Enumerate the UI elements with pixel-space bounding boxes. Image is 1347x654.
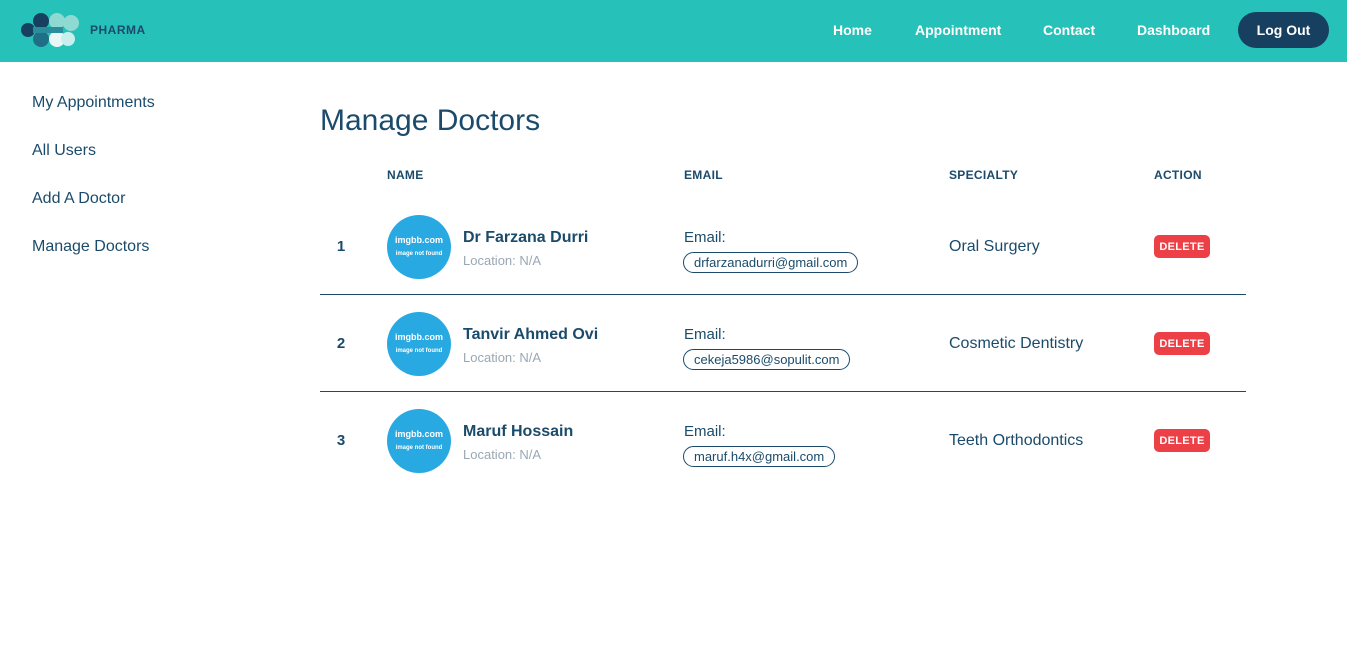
doctor-location: Location: N/A	[463, 350, 542, 365]
doctor-specialty: Teeth Orthodontics	[949, 432, 1084, 449]
doctor-specialty: Oral Surgery	[949, 238, 1040, 255]
email-label: Email:	[684, 423, 726, 440]
column-header-action: ACTION	[1154, 168, 1202, 182]
page-title: Manage Doctors	[320, 104, 541, 137]
avatar: imgbb.com image not found	[387, 409, 451, 473]
avatar-placeholder-subtext: image not found	[395, 348, 443, 354]
doctor-name: Maruf Hossain	[463, 423, 574, 440]
column-header-specialty: SPECIALTY	[949, 168, 1019, 182]
pharma-molecule-logo-icon	[21, 13, 79, 47]
sidebar-item-my-appointments[interactable]: My Appointments	[32, 94, 155, 112]
row-number: 1	[336, 238, 346, 255]
doctor-name: Tanvir Ahmed Ovi	[463, 326, 599, 343]
delete-button[interactable]: DELETE	[1154, 332, 1210, 355]
avatar-placeholder-text: imgbb.com	[394, 429, 443, 439]
table-row: 3 imgbb.com image not found Maruf Hossai…	[320, 392, 1246, 489]
doctor-specialty: Cosmetic Dentistry	[949, 335, 1084, 352]
nav-dashboard-link[interactable]: Dashboard	[1137, 22, 1210, 38]
brand-logo[interactable]: PHARMA	[20, 11, 146, 49]
brand-name: PHARMA	[90, 23, 146, 37]
sidebar-item-add-doctor[interactable]: Add A Doctor	[32, 190, 125, 208]
sidebar-item-manage-doctors[interactable]: Manage Doctors	[32, 238, 149, 256]
delete-button[interactable]: DELETE	[1154, 235, 1210, 258]
doctor-name: Dr Farzana Durri	[463, 229, 589, 246]
top-navbar: PHARMA Home Appointment Contact Dashboar…	[0, 0, 1347, 62]
table-row: 2 imgbb.com image not found Tanvir Ahmed…	[320, 295, 1246, 392]
delete-button[interactable]: DELETE	[1154, 429, 1210, 452]
email-badge: maruf.h4x@gmail.com	[683, 446, 836, 467]
email-label: Email:	[684, 229, 726, 246]
nav-appointment-link[interactable]: Appointment	[915, 22, 1001, 38]
doctor-location: Location: N/A	[463, 447, 542, 462]
sidebar-item-all-users[interactable]: All Users	[32, 142, 96, 160]
logout-button[interactable]: Log Out	[1238, 12, 1329, 48]
avatar: imgbb.com image not found	[387, 312, 451, 376]
column-header-name: NAME	[387, 168, 424, 182]
doctor-location: Location: N/A	[463, 253, 542, 268]
nav-contact-link[interactable]: Contact	[1043, 22, 1095, 38]
row-number: 2	[336, 335, 346, 352]
email-label: Email:	[684, 326, 726, 343]
avatar-placeholder-subtext: image not found	[395, 445, 443, 451]
email-badge: cekeja5986@sopulit.com	[683, 349, 851, 370]
avatar-placeholder-subtext: image not found	[395, 251, 443, 257]
avatar-placeholder-text: imgbb.com	[394, 235, 443, 245]
nav-home-link[interactable]: Home	[833, 22, 872, 38]
avatar: imgbb.com image not found	[387, 215, 451, 279]
table-row: 1 imgbb.com image not found Dr Farzana D…	[320, 198, 1246, 295]
email-badge: drfarzanadurri@gmail.com	[683, 252, 859, 273]
row-number: 3	[336, 432, 346, 449]
avatar-placeholder-text: imgbb.com	[394, 332, 443, 342]
column-header-email: EMAIL	[684, 168, 723, 182]
